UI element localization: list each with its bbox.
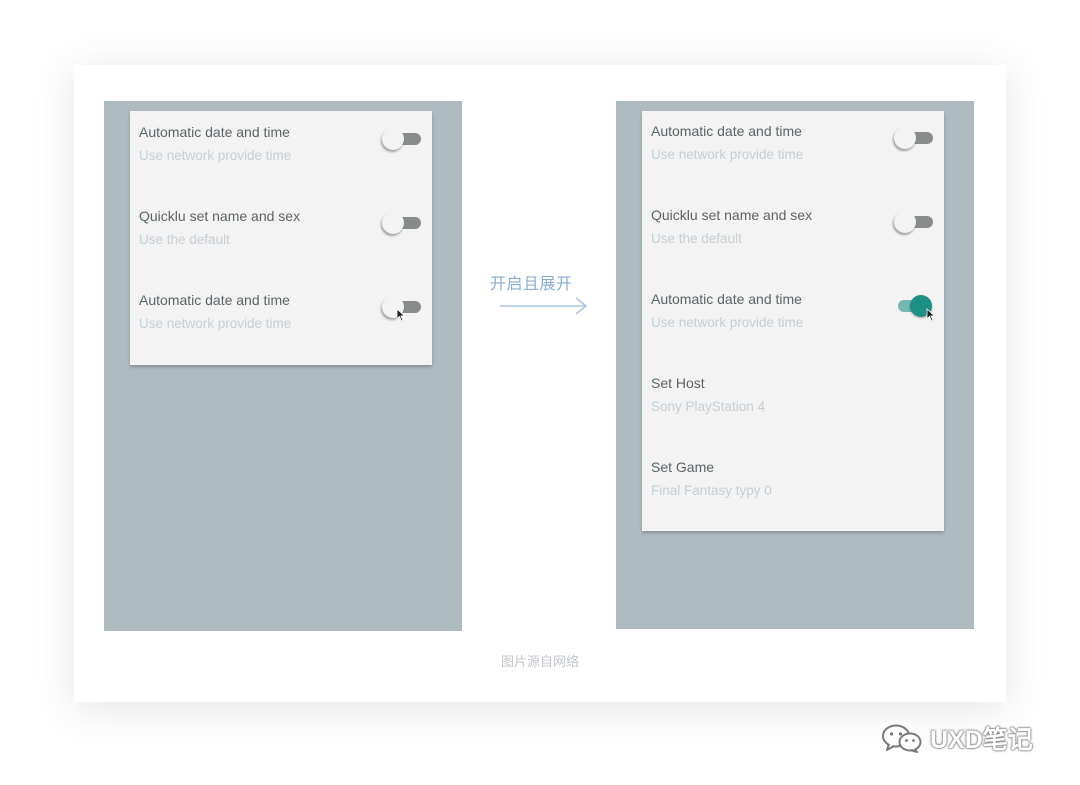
setting-row[interactable]: Set Game Final Fantasy typy 0 [642,446,944,530]
mouse-cursor-icon [396,308,406,322]
setting-subtitle: Use network provide time [651,147,804,162]
arrow-right-icon [500,297,588,315]
watermark-text: UXD笔记 [930,726,1033,754]
toggle-switch[interactable] [894,211,934,233]
setting-row[interactable]: Quicklu set name and sex Use the default [130,195,432,279]
transition-label: 开启且展开 [490,276,573,293]
settings-panel-expanded: Automatic date and time Use network prov… [642,111,944,531]
setting-row[interactable]: Quicklu set name and sex Use the default [642,194,944,278]
toggle-switch[interactable] [382,128,422,150]
toggle-thumb [894,127,916,149]
mouse-cursor-icon [926,308,936,322]
setting-subtitle: Use network provide time [139,148,292,163]
settings-panel: Automatic date and time Use network prov… [130,111,432,365]
toggle-thumb [382,128,404,150]
setting-row[interactable]: Automatic date and time Use network prov… [642,110,944,194]
setting-row[interactable]: Automatic date and time Use network prov… [642,278,944,362]
setting-title: Automatic date and time [139,124,290,140]
setting-title: Automatic date and time [139,292,290,308]
setting-title: Set Game [651,459,715,475]
setting-subtitle: Use the default [139,232,230,247]
setting-title: Automatic date and time [651,291,802,307]
after-screen: Automatic date and time Use network prov… [616,101,974,629]
setting-subtitle: Use the default [651,231,742,246]
setting-title: Quicklu set name and sex [651,207,813,223]
setting-row[interactable]: Automatic date and time Use network prov… [130,279,432,363]
toggle-thumb [894,211,916,233]
setting-row[interactable]: Automatic date and time Use network prov… [130,111,432,195]
setting-subtitle: Sony PlayStation 4 [651,399,766,414]
setting-subtitle: Final Fantasy typy 0 [651,483,772,498]
watermark: UXD笔记 [880,722,1033,754]
setting-title: Automatic date and time [651,123,802,139]
wechat-icon [882,724,922,753]
setting-title: Set Host [651,375,705,391]
toggle-switch[interactable] [894,127,934,149]
toggle-thumb [382,212,404,234]
toggle-switch[interactable] [382,212,422,234]
setting-title: Quicklu set name and sex [139,208,301,224]
setting-row[interactable]: Set Host Sony PlayStation 4 [642,362,944,446]
image-caption: 图片源自网络 [500,654,579,669]
before-screen: Automatic date and time Use network prov… [104,101,462,631]
setting-subtitle: Use network provide time [651,315,804,330]
setting-subtitle: Use network provide time [139,316,292,331]
